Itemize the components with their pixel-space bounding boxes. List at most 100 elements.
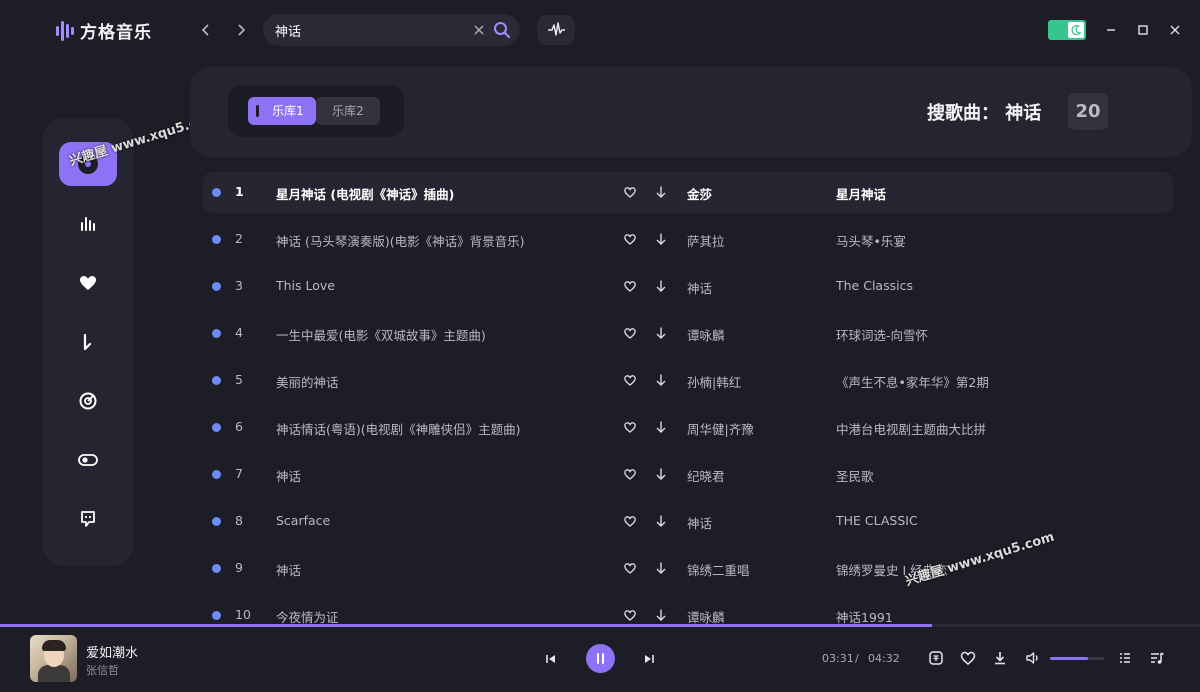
song-favorite-button[interactable] [623, 373, 637, 387]
sidebar-item-music[interactable] [59, 320, 117, 364]
song-dot [212, 235, 221, 244]
time-separator: / [855, 652, 859, 665]
heart-outline-icon [624, 281, 636, 292]
next-button[interactable] [640, 650, 658, 668]
song-album[interactable]: 环球词选-向雪怀 [836, 325, 1156, 344]
volume-slider[interactable] [1050, 657, 1104, 660]
song-download-button[interactable] [654, 372, 668, 388]
song-list: 1 星月神话 (电视剧《神话》插曲) 金莎 星月神话 2 神话 (马头琴演奏版)(电影《神… [203, 172, 1173, 624]
listen-recognize-button[interactable] [537, 15, 575, 45]
song-download-button[interactable] [654, 419, 668, 435]
song-download-button[interactable] [654, 513, 668, 529]
play-pause-button[interactable] [586, 644, 615, 673]
minimize-button[interactable] [1101, 20, 1121, 40]
song-title[interactable]: 美丽的神话 [276, 372, 616, 391]
song-favorite-button[interactable] [623, 467, 637, 481]
song-artist[interactable]: 周华健|齐豫 [687, 419, 827, 438]
song-row[interactable]: 2 神话 (马头琴演奏版)(电影《神话》背景音乐) 萨其拉 马头琴•乐宴 [203, 219, 1173, 260]
arrow-down-icon [656, 468, 666, 480]
song-number: 8 [235, 513, 243, 528]
song-album[interactable]: 神话1991 [836, 607, 1156, 624]
search-input[interactable] [275, 20, 465, 40]
previous-button[interactable] [542, 650, 560, 668]
playback-progress[interactable] [0, 624, 1200, 627]
sidebar-item-settings[interactable] [59, 438, 117, 482]
song-album[interactable]: 锦绣罗曼史 I 经典恋 [836, 560, 1156, 579]
song-row[interactable]: 3 This Love 神话 The Classics [203, 266, 1173, 307]
song-download-button[interactable] [654, 325, 668, 341]
album-cover[interactable] [30, 635, 77, 682]
song-album[interactable]: The Classics [836, 278, 1156, 293]
song-favorite-button[interactable] [623, 279, 637, 293]
search-button[interactable] [491, 19, 513, 41]
song-download-button[interactable] [654, 607, 668, 623]
song-album[interactable]: 马头琴•乐宴 [836, 231, 1156, 250]
song-favorite-button[interactable] [623, 326, 637, 340]
queue-button[interactable] [1148, 649, 1166, 667]
volume-icon [1026, 652, 1038, 664]
song-album[interactable]: 圣民歌 [836, 466, 1156, 485]
arrow-down-icon [656, 562, 666, 574]
download-button[interactable] [991, 649, 1009, 667]
song-title[interactable]: 神话 [276, 560, 616, 579]
song-download-button[interactable] [654, 466, 668, 482]
song-artist[interactable]: 谭咏麟 [687, 607, 827, 624]
song-title[interactable]: Scarface [276, 513, 616, 528]
lyrics-button[interactable] [927, 649, 945, 667]
song-album[interactable]: 中港台电视剧主题曲大比拼 [836, 419, 1156, 438]
song-dot [212, 564, 221, 573]
song-title[interactable]: This Love [276, 278, 616, 293]
song-artist[interactable]: 纪晓君 [687, 466, 827, 485]
theme-toggle[interactable] [1048, 20, 1086, 40]
song-row[interactable]: 6 神话情话(粤语)(电视剧《神雕侠侣》主题曲) 周华健|齐豫 中港台电视剧主题曲大比… [203, 407, 1173, 448]
maximize-button[interactable] [1133, 20, 1153, 40]
close-window-button[interactable] [1165, 20, 1185, 40]
song-title[interactable]: 一生中最爱(电影《双城故事》主题曲) [276, 325, 616, 344]
song-favorite-button[interactable] [623, 232, 637, 246]
song-row[interactable]: 5 美丽的神话 孙楠|韩红 《声生不息•家年华》第2期 [203, 360, 1173, 401]
song-download-button[interactable] [654, 231, 668, 247]
song-album[interactable]: 《声生不息•家年华》第2期 [836, 372, 1156, 391]
song-favorite-button[interactable] [623, 608, 637, 622]
song-artist[interactable]: 金莎 [687, 184, 827, 203]
song-artist[interactable]: 萨其拉 [687, 231, 827, 250]
song-artist[interactable]: 孙楠|韩红 [687, 372, 827, 391]
song-title[interactable]: 神话情话(粤语)(电视剧《神雕侠侣》主题曲) [276, 419, 616, 438]
song-favorite-button[interactable] [623, 561, 637, 575]
sidebar-item-favorites[interactable] [59, 261, 117, 305]
playlist-button[interactable] [1116, 649, 1134, 667]
song-title[interactable]: 星月神话 (电视剧《神话》插曲) [276, 184, 616, 203]
tab-library-1[interactable]: 乐库1 [248, 97, 316, 125]
sidebar-item-about[interactable] [59, 497, 117, 541]
song-artist[interactable]: 锦绣二重唱 [687, 560, 827, 579]
song-favorite-button[interactable] [623, 185, 637, 199]
favorite-button[interactable] [959, 649, 977, 667]
tab-library-2[interactable]: 乐库2 [316, 97, 380, 125]
volume-button[interactable] [1024, 649, 1042, 667]
song-row[interactable]: 1 星月神话 (电视剧《神话》插曲) 金莎 星月神话 [203, 172, 1173, 213]
song-download-button[interactable] [654, 278, 668, 294]
clear-search-button[interactable] [470, 20, 488, 40]
sidebar-item-charts[interactable] [59, 202, 117, 246]
song-favorite-button[interactable] [623, 420, 637, 434]
queue-music-icon [1151, 652, 1164, 664]
song-title[interactable]: 今夜情为证 [276, 607, 616, 624]
song-favorite-button[interactable] [623, 514, 637, 528]
song-artist[interactable]: 谭咏麟 [687, 325, 827, 344]
song-title[interactable]: 神话 (马头琴演奏版)(电影《神话》背景音乐) [276, 231, 616, 250]
song-row[interactable]: 4 一生中最爱(电影《双城故事》主题曲) 谭咏麟 环球词选-向雪怀 [203, 313, 1173, 354]
song-album[interactable]: THE CLASSIC [836, 513, 1156, 528]
song-row[interactable]: 7 神话 纪晓君 圣民歌 [203, 454, 1173, 495]
song-title[interactable]: 神话 [276, 466, 616, 485]
forward-button[interactable] [232, 20, 250, 40]
song-row[interactable]: 9 神话 锦绣二重唱 锦绣罗曼史 I 经典恋 [203, 548, 1173, 589]
song-download-button[interactable] [654, 184, 668, 200]
song-artist[interactable]: 神话 [687, 513, 827, 532]
song-row[interactable]: 10 今夜情为证 谭咏麟 神话1991 [203, 595, 1173, 624]
sidebar-item-radio[interactable] [59, 379, 117, 423]
song-artist[interactable]: 神话 [687, 278, 827, 297]
back-button[interactable] [197, 20, 215, 40]
song-album[interactable]: 星月神话 [836, 184, 1156, 203]
song-dot [212, 376, 221, 385]
song-download-button[interactable] [654, 560, 668, 576]
